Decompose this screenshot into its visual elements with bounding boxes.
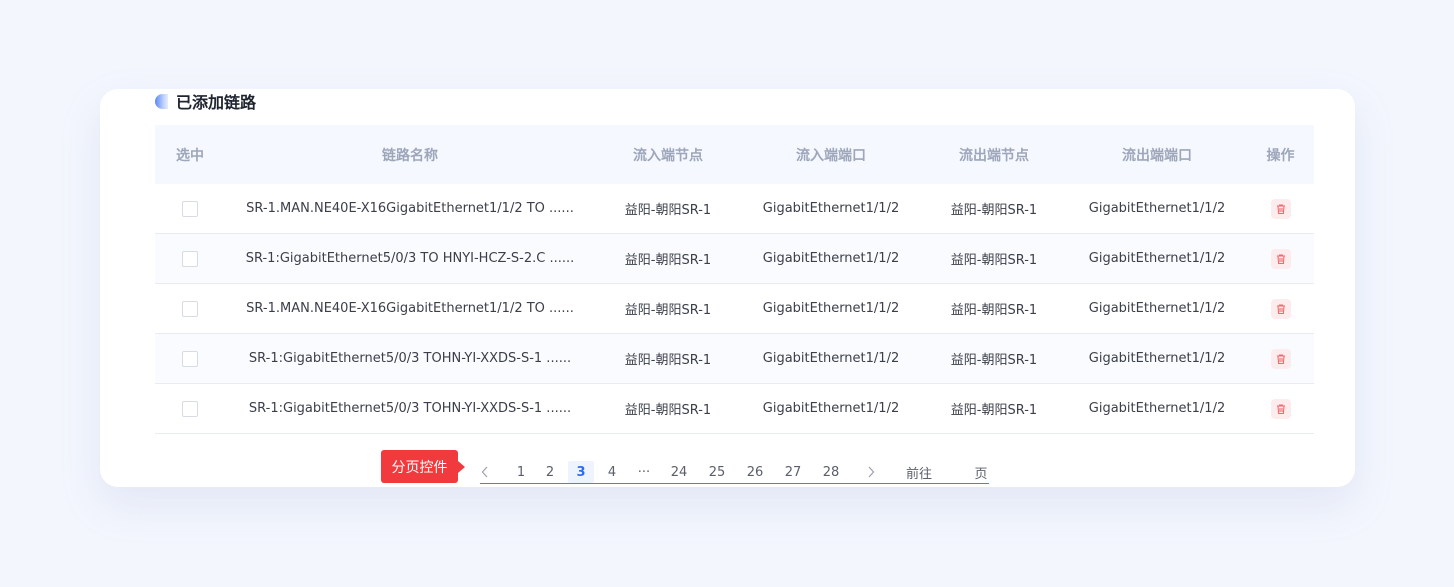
link-name-cell: SR-1.MAN.NE40E-X16GigabitEthernet1/1/2 T… <box>246 201 574 216</box>
callout-label: 分页控件 <box>381 450 458 483</box>
page-25[interactable]: 25 <box>706 461 728 483</box>
pagination: 1 2 3 4 ··· 24 25 26 27 28 前往 页 <box>480 461 989 484</box>
trash-icon <box>1276 203 1285 214</box>
section-title: 已添加链路 <box>176 93 257 112</box>
header-select: 选中 <box>176 147 204 164</box>
in-node-cell: 益阳-朝阳SR-1 <box>624 303 712 318</box>
row-checkbox[interactable] <box>182 300 198 317</box>
goto-prefix: 前往 <box>905 466 932 482</box>
goto-page-input[interactable] <box>938 461 974 483</box>
link-name-cell: SR-1:GigabitEthernet5/0/3 TO HNYI-HCZ-S-… <box>245 251 575 266</box>
page-24[interactable]: 24 <box>668 461 690 483</box>
header-actions: 操作 <box>1266 147 1295 164</box>
pagination-callout: 分页控件 <box>381 450 466 483</box>
goto-suffix: 页 <box>974 466 988 482</box>
header-link-name: 链路名称 <box>382 147 438 164</box>
page-1[interactable]: 1 <box>514 461 528 483</box>
delete-button[interactable] <box>1270 248 1291 269</box>
out-node-cell: 益阳-朝阳SR-1 <box>950 403 1038 418</box>
out-node-cell: 益阳-朝阳SR-1 <box>950 303 1038 318</box>
out-port-cell: GigabitEthernet1/1/2 <box>1088 401 1226 416</box>
title-marker-icon <box>155 93 168 109</box>
chevron-right-icon <box>868 466 875 478</box>
in-node-cell: 益阳-朝阳SR-1 <box>624 403 712 418</box>
chevron-left-icon <box>481 466 488 478</box>
trash-icon <box>1276 303 1285 314</box>
out-node-cell: 益阳-朝阳SR-1 <box>950 353 1038 368</box>
out-port-cell: GigabitEthernet1/1/2 <box>1088 251 1226 266</box>
page-3-active[interactable]: 3 <box>568 461 594 483</box>
page-4[interactable]: 4 <box>605 461 619 483</box>
row-checkbox[interactable] <box>182 200 198 217</box>
out-port-cell: GigabitEthernet1/1/2 <box>1088 301 1226 316</box>
header-out-port: 流出端端口 <box>1122 147 1192 164</box>
table-row: SR-1.MAN.NE40E-X16GigabitEthernet1/1/2 T… <box>155 284 1314 334</box>
delete-button[interactable] <box>1270 298 1291 319</box>
in-port-cell: GigabitEthernet1/1/2 <box>762 251 900 266</box>
in-node-cell: 益阳-朝阳SR-1 <box>624 203 712 218</box>
link-name-cell: SR-1:GigabitEthernet5/0/3 TOHN-YI-XXDS-S… <box>248 351 572 366</box>
callout-arrow-icon <box>458 461 465 473</box>
delete-button[interactable] <box>1270 348 1291 369</box>
page-27[interactable]: 27 <box>782 461 804 483</box>
page-26[interactable]: 26 <box>744 461 766 483</box>
row-checkbox[interactable] <box>182 250 198 267</box>
table-header: 选中 链路名称 流入端节点 流入端端口 流出端节点 流出端端口 操作 <box>155 125 1314 184</box>
prev-page-button[interactable] <box>480 461 490 483</box>
in-port-cell: GigabitEthernet1/1/2 <box>762 401 900 416</box>
out-node-cell: 益阳-朝阳SR-1 <box>950 203 1038 218</box>
in-node-cell: 益阳-朝阳SR-1 <box>624 353 712 368</box>
in-port-cell: GigabitEthernet1/1/2 <box>762 351 900 366</box>
header-out-node: 流出端节点 <box>959 147 1029 164</box>
links-table: 选中 链路名称 流入端节点 流入端端口 流出端节点 流出端端口 操作 SR-1.… <box>155 125 1314 434</box>
page-ellipsis[interactable]: ··· <box>635 461 653 483</box>
in-port-cell: GigabitEthernet1/1/2 <box>762 201 900 216</box>
in-node-cell: 益阳-朝阳SR-1 <box>624 253 712 268</box>
delete-button[interactable] <box>1270 198 1291 219</box>
page-2[interactable]: 2 <box>543 461 557 483</box>
table-row: SR-1.MAN.NE40E-X16GigabitEthernet1/1/2 T… <box>155 184 1314 234</box>
link-name-cell: SR-1.MAN.NE40E-X16GigabitEthernet1/1/2 T… <box>246 301 574 316</box>
page-28[interactable]: 28 <box>820 461 842 483</box>
table-row: SR-1:GigabitEthernet5/0/3 TOHN-YI-XXDS-S… <box>155 334 1314 384</box>
link-name-cell: SR-1:GigabitEthernet5/0/3 TOHN-YI-XXDS-S… <box>248 401 572 416</box>
delete-button[interactable] <box>1270 398 1291 419</box>
row-checkbox[interactable] <box>182 400 198 417</box>
header-in-port: 流入端端口 <box>796 147 866 164</box>
trash-icon <box>1276 353 1285 364</box>
header-in-node: 流入端节点 <box>633 147 703 164</box>
section-header: 已添加链路 <box>155 90 256 112</box>
trash-icon <box>1276 403 1285 414</box>
table-row: SR-1:GigabitEthernet5/0/3 TO HNYI-HCZ-S-… <box>155 234 1314 284</box>
next-page-button[interactable] <box>866 461 876 483</box>
trash-icon <box>1276 253 1285 264</box>
out-port-cell: GigabitEthernet1/1/2 <box>1088 201 1226 216</box>
out-port-cell: GigabitEthernet1/1/2 <box>1088 351 1226 366</box>
in-port-cell: GigabitEthernet1/1/2 <box>762 301 900 316</box>
out-node-cell: 益阳-朝阳SR-1 <box>950 253 1038 268</box>
row-checkbox[interactable] <box>182 350 198 367</box>
table-row: SR-1:GigabitEthernet5/0/3 TOHN-YI-XXDS-S… <box>155 384 1314 434</box>
